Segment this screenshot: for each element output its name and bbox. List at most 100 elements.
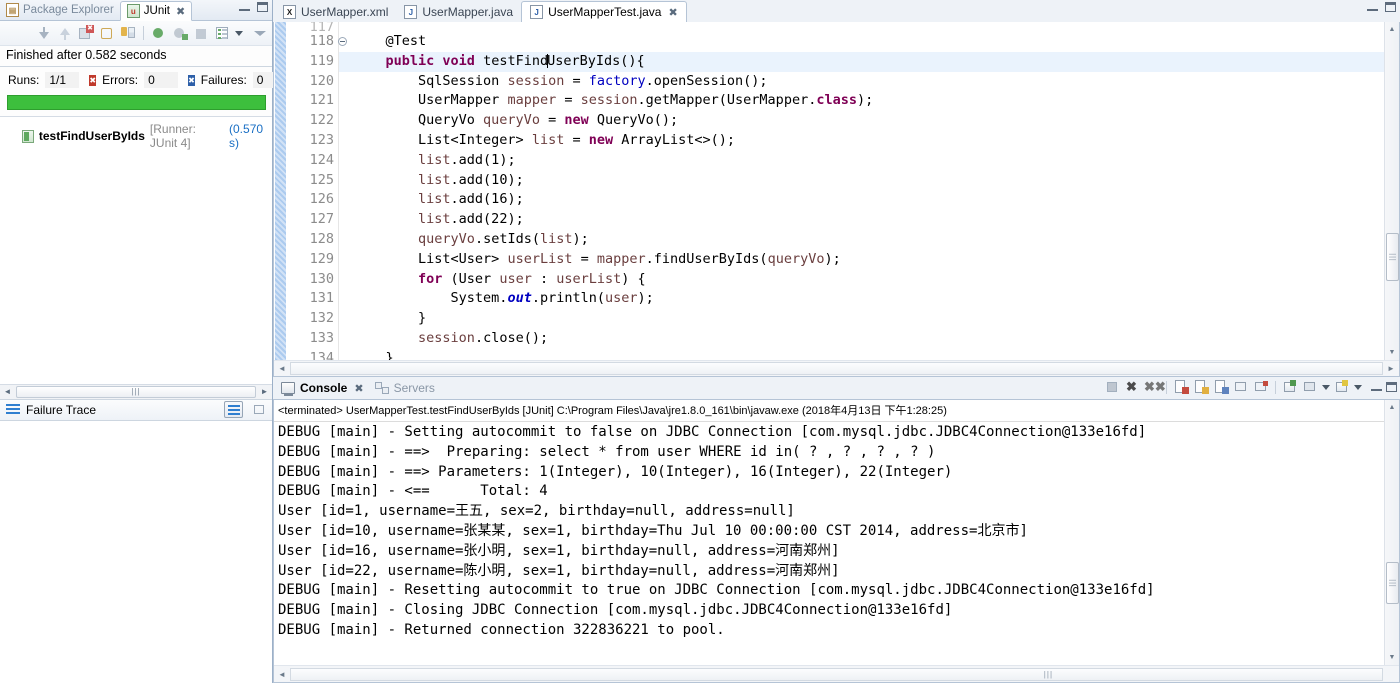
clear-console-icon[interactable]	[1173, 379, 1189, 395]
code-text-area[interactable]: @Test public void testFindUserByIds(){ S…	[339, 22, 1399, 376]
word-wrap-icon[interactable]	[1213, 379, 1229, 395]
terminate-icon[interactable]	[1104, 379, 1120, 395]
scroll-down-icon[interactable]: ▼	[1385, 345, 1400, 360]
stop-junit-icon[interactable]	[99, 25, 115, 41]
code-token: out	[507, 290, 532, 307]
code-line[interactable]: List<User> userList = mapper.findUserByI…	[353, 250, 1399, 270]
scroll-down-icon[interactable]: ▼	[1385, 650, 1400, 665]
remove-all-launches-icon[interactable]: ✖✖	[1144, 379, 1166, 395]
scroll-right-icon[interactable]: ►	[1383, 364, 1399, 373]
editor-tab-usermapper-xml[interactable]: X UserMapper.xml	[275, 1, 396, 22]
code-token: user	[499, 270, 532, 287]
code-line[interactable]: list.add(16);	[353, 190, 1399, 210]
editor-vertical-scrollbar[interactable]: ▲ ||| ▼	[1384, 22, 1399, 360]
remove-launch-icon[interactable]: ✖	[1124, 379, 1140, 395]
scroll-thumb[interactable]: |||	[16, 385, 256, 398]
maximize-icon[interactable]	[1385, 2, 1396, 12]
horizontal-scroll-track[interactable]	[290, 362, 1383, 375]
scroll-left-icon[interactable]: ◄	[274, 670, 290, 679]
code-token: .println(	[531, 290, 605, 307]
view-menu-button[interactable]	[249, 401, 268, 418]
vertical-scroll-thumb[interactable]: |||	[1385, 233, 1399, 281]
scroll-left-icon[interactable]: ◄	[274, 364, 290, 373]
junit-test-tree[interactable]: testFindUserByIds [Runner: JUnit 4] (0.5…	[0, 116, 272, 384]
console-horizontal-scrollbar[interactable]: ◄ |||	[274, 665, 1399, 682]
maximize-icon[interactable]	[1386, 382, 1397, 392]
rerun-test-icon[interactable]	[151, 25, 167, 41]
editor-tab-usermappertest-java[interactable]: J UserMapperTest.java ✖	[521, 1, 687, 22]
tab-console[interactable]: Console ✖	[277, 378, 371, 399]
console-output[interactable]: DEBUG [main] - Setting autocommit to fal…	[274, 422, 1399, 682]
code-line[interactable]: System.out.println(user);	[353, 289, 1399, 309]
scroll-lock-icon[interactable]	[1193, 379, 1209, 395]
tree-horizontal-scrollbar[interactable]: ◄ ||| ►	[0, 383, 272, 399]
display-selected-console-caret-icon[interactable]	[1322, 384, 1330, 390]
code-line[interactable]: for (User user : userList) {	[353, 270, 1399, 290]
view-menu-icon[interactable]	[254, 30, 266, 36]
open-console-caret-icon[interactable]	[1354, 384, 1362, 390]
new-console-view-icon[interactable]	[1282, 379, 1298, 395]
line-number: 129	[309, 250, 334, 267]
open-console-icon[interactable]	[1334, 379, 1350, 395]
code-line[interactable]: list.add(10);	[353, 171, 1399, 191]
tab-package-explorer[interactable]: ▤ Package Explorer	[0, 0, 120, 20]
annotation-ruler[interactable]	[274, 22, 287, 376]
failures-icon: ✖	[188, 74, 195, 86]
next-failure-icon[interactable]	[36, 25, 52, 41]
test-runner: [Runner: JUnit 4]	[149, 122, 196, 150]
display-selected-console-icon[interactable]	[1302, 379, 1318, 395]
editor-horizontal-scrollbar[interactable]: ◄ ►	[274, 360, 1399, 376]
tab-junit-label: JUnit	[143, 5, 170, 17]
show-execution-time-icon[interactable]	[120, 25, 136, 41]
scroll-up-icon[interactable]: ▲	[1385, 400, 1400, 415]
show-console-icon[interactable]	[1233, 379, 1249, 395]
code-line[interactable]: session.close();	[353, 329, 1399, 349]
code-line[interactable]: SqlSession session = factory.openSession…	[353, 72, 1399, 92]
test-tree-item[interactable]: testFindUserByIds [Runner: JUnit 4] (0.5…	[0, 121, 272, 151]
xml-file-icon: X	[283, 4, 296, 19]
console-vertical-scrollbar[interactable]: ▲ ||| ▼	[1384, 400, 1399, 665]
code-token: System.	[353, 290, 508, 307]
code-line[interactable]: list.add(1);	[353, 151, 1399, 171]
close-icon[interactable]: ✖	[176, 5, 185, 18]
code-line[interactable]: @Test	[353, 32, 1399, 52]
code-line[interactable]: public void testFindUserByIds(){	[353, 51, 1399, 72]
editor-tab-usermapper-java[interactable]: J UserMapper.java	[396, 1, 521, 22]
test-history-icon[interactable]	[214, 25, 230, 41]
stop-icon[interactable]	[193, 25, 209, 41]
code-token: .add(1);	[450, 151, 516, 168]
scroll-right-icon[interactable]: ►	[257, 387, 272, 396]
previous-failure-icon[interactable]	[57, 25, 73, 41]
view-menu-caret-icon[interactable]	[235, 30, 243, 36]
close-icon[interactable]: ✖	[354, 382, 363, 395]
tab-junit[interactable]: u JUnit ✖	[119, 1, 193, 21]
filter-stack-trace-button[interactable]	[224, 401, 243, 418]
horizontal-scroll-track[interactable]: |||	[290, 667, 1383, 681]
code-line[interactable]: list.add(22);	[353, 210, 1399, 230]
pin-console-icon[interactable]	[1253, 379, 1269, 395]
minimize-icon[interactable]	[239, 3, 250, 11]
close-icon[interactable]: ✖	[668, 6, 677, 19]
code-line[interactable]: QueryVo queryVo = new QueryVo();	[353, 111, 1399, 131]
rerun-test-debug-icon[interactable]	[172, 25, 188, 41]
show-failures-only-icon[interactable]: ✖	[78, 25, 94, 41]
code-token: session	[418, 329, 475, 346]
code-line[interactable]: }	[353, 309, 1399, 329]
errors-icon: ✖	[89, 74, 97, 86]
code-line[interactable]: UserMapper mapper = session.getMapper(Us…	[353, 91, 1399, 111]
maximize-icon[interactable]	[257, 2, 268, 12]
vertical-scroll-thumb[interactable]: |||	[1385, 562, 1399, 604]
code-line[interactable]: List<Integer> list = new ArrayList<>();	[353, 131, 1399, 151]
tab-servers[interactable]: Servers	[371, 378, 442, 399]
code-token: new	[588, 131, 614, 148]
vertical-scroll-track[interactable]: |||	[1385, 415, 1400, 650]
code-token: SqlSession	[353, 72, 508, 89]
toolbar-separator	[143, 26, 144, 40]
vertical-scroll-track[interactable]: |||	[1385, 37, 1400, 345]
minimize-icon[interactable]	[1367, 3, 1378, 11]
scroll-up-icon[interactable]: ▲	[1385, 22, 1400, 37]
minimize-icon[interactable]	[1371, 383, 1382, 391]
code-line[interactable]: queryVo.setIds(list);	[353, 230, 1399, 250]
scroll-left-icon[interactable]: ◄	[0, 387, 15, 396]
